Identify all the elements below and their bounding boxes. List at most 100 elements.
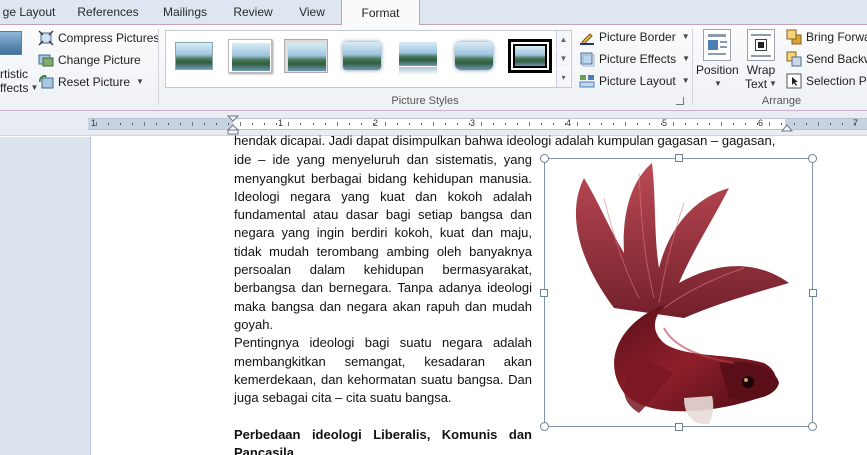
ruler-tick [168,123,170,125]
ruler-tick [408,123,410,125]
wrap-text-button[interactable]: Wrap Text ▼ [742,29,780,91]
resize-handle-top-left[interactable] [540,154,549,163]
position-button[interactable]: Position ▼ [696,29,739,91]
ruler-tick [504,123,506,125]
ruler-tick [108,123,109,125]
chevron-down-icon: ▼ [682,54,691,63]
picture-layout-label: Picture Layout [599,74,676,88]
bring-forward-label: Bring Forwa [806,30,867,44]
ruler-tick [396,123,398,125]
picture-styles-gallery [165,30,572,88]
ruler-number: 5 [662,118,668,128]
ruler-tick [144,122,146,126]
picture-effects-button[interactable]: Picture Effects ▼ [579,49,690,69]
bring-forward-button[interactable]: Bring Forwa [786,27,867,47]
resize-handle-bottom-left[interactable] [540,422,549,431]
selection-pane-icon [786,73,802,89]
tab-review[interactable]: Review [224,0,282,25]
picture-style-soft-edge[interactable] [340,39,384,73]
artistic-effects-label-1: rtistic [0,67,28,81]
resize-handle-bottom-right[interactable] [808,422,817,431]
ruler-tick [721,122,723,126]
ruler-tick [601,123,602,125]
send-backward-label: Send Backw [806,52,867,66]
change-picture-button[interactable]: Change Picture [38,50,141,70]
ruler-tick [420,123,422,125]
gallery-more-icon[interactable]: ▾ [556,69,570,87]
ruler-left-margin [88,119,233,129]
selection-pane-button[interactable]: Selection Pa [786,71,867,91]
resize-handle-bottom[interactable] [675,423,683,431]
group-divider [692,29,693,105]
ruler-tick [685,123,687,125]
arrange-group-label: Arrange [761,95,802,107]
tab-references[interactable]: References [68,0,148,25]
artistic-effects-label-2: ffects [0,81,29,95]
picture-style-simple[interactable] [172,39,216,73]
ruler-tick [577,122,578,126]
gallery-scroll-down-icon[interactable]: ▼ [556,50,570,68]
ruler-tick [829,123,831,125]
ruler-tick [288,122,290,126]
ruler-tick [480,122,482,126]
document-body[interactable]: hendak dicapai. Jadi dapat disimpulkan b… [234,133,775,455]
ruler-tick [733,123,735,125]
pencil-icon [580,33,594,45]
compress-icon [38,30,54,46]
reset-picture-button[interactable]: Reset Picture ▼ [38,72,144,92]
ruler-tick [156,123,158,125]
ruler-tick [697,123,699,125]
ruler-tick [444,123,446,125]
ruler-tick [516,123,518,125]
position-icon [703,29,731,61]
send-backward-icon [786,51,802,67]
picture-border-button[interactable]: Picture Border ▼ [579,27,690,47]
tab-format[interactable]: Format [341,0,420,25]
chevron-down-icon: ▼ [681,32,690,41]
resize-handle-top-right[interactable] [808,154,817,163]
tab-view[interactable]: View [288,0,336,25]
ruler-number: 7 [853,118,859,128]
ruler-number: 2 [373,118,379,128]
ruler-tick [204,123,206,125]
compress-pictures-button[interactable]: Compress Pictures [38,28,159,48]
ribbon-tab-bar: ge Layout References Mailings Review Vie… [0,0,867,25]
ruler-tick [637,123,639,125]
dialog-launcher-icon[interactable] [676,97,684,105]
paragraph: Pentingnya ideologi bagi suatu negara ad… [234,335,532,406]
paragraph: ide – ide yang menyeluruh dan sistematis… [234,152,532,332]
ruler-tick [96,122,97,126]
tab-page-layout[interactable]: ge Layout [0,0,58,25]
change-picture-icon [38,54,54,67]
ruler-tick [252,123,254,125]
ruler-tick [384,122,386,126]
position-label: Position [696,63,739,77]
picture-style-thick-black[interactable] [508,39,552,73]
ruler-tick [348,123,350,125]
resize-handle-left[interactable] [540,289,548,297]
ruler-number: 1 [91,118,97,128]
picture-style-frame-gray[interactable] [284,39,328,73]
ruler-tick [492,123,494,125]
selected-picture[interactable] [540,154,817,431]
send-backward-button[interactable]: Send Backw [786,49,867,69]
selection-pane-label: Selection Pa [806,74,867,88]
resize-handle-top[interactable] [675,154,683,162]
picture-style-frame-white[interactable] [228,39,272,73]
artistic-effects-button[interactable]: rtistic ffects ▼ [0,31,38,95]
gallery-scroll-up-icon[interactable]: ▲ [556,31,570,49]
picture-layout-button[interactable]: Picture Layout ▼ [579,71,690,91]
bring-forward-icon [786,29,802,45]
ruler-tick [120,123,121,125]
resize-handle-right[interactable] [809,289,817,297]
picture-style-rounded[interactable] [452,39,496,73]
picture-style-reflected[interactable] [396,39,440,75]
ruler-tick [769,122,771,126]
ruler-number: 3 [470,118,476,128]
ruler-number: 6 [758,118,764,128]
chevron-down-icon: ▼ [714,79,722,88]
ruler-tick [589,123,590,125]
wrap-text-icon [747,29,775,61]
artistic-effects-icon [0,31,22,55]
tab-mailings[interactable]: Mailings [152,0,218,25]
